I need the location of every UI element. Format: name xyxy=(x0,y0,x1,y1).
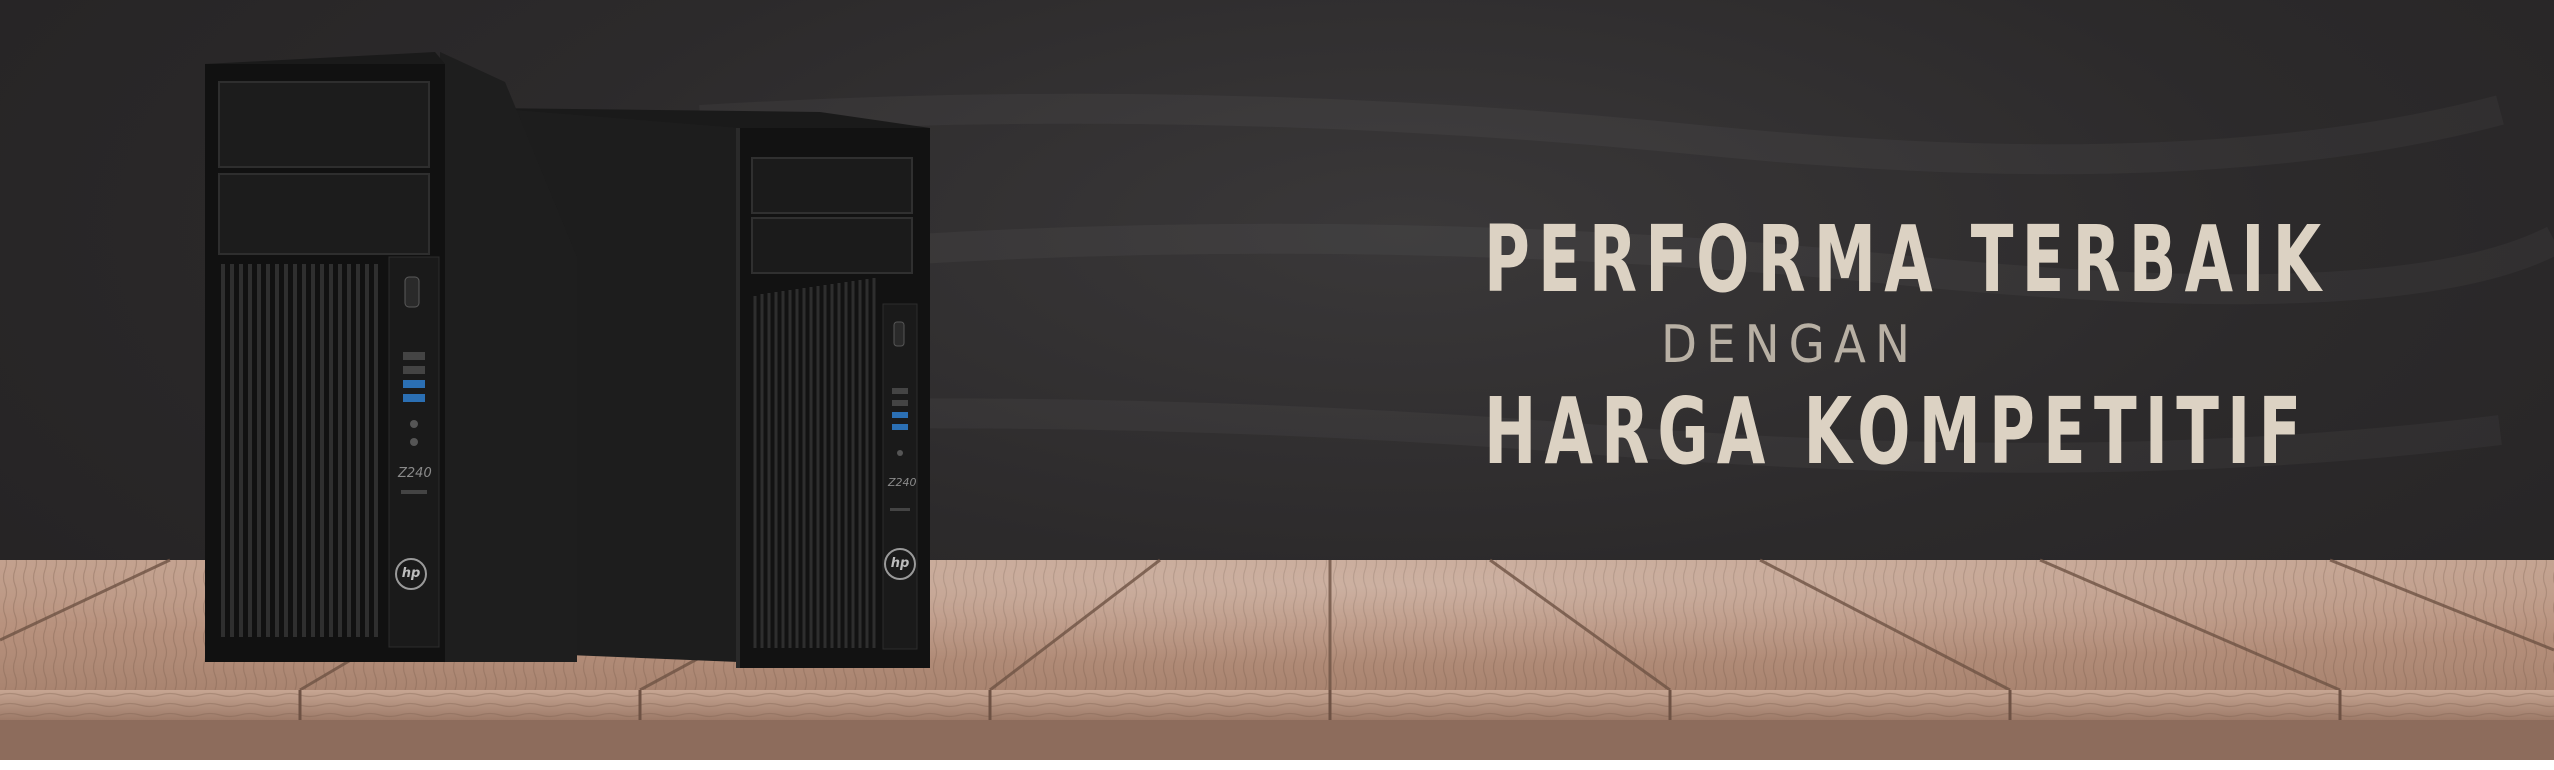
headline-line-2: HARGA KOMPETITIF xyxy=(1484,378,2310,485)
headline-connector: DENGAN xyxy=(1661,315,1919,375)
headline: PERFORMA TERBAIK DENGAN HARGA KOMPETITIF xyxy=(1340,205,2330,487)
hp-logo: hp xyxy=(884,548,916,580)
model-label: Z240 xyxy=(398,466,432,481)
promo-banner: Z240 hp Z240 hp PERFORMA TERBAIK DENGAN … xyxy=(0,0,2554,770)
workstation-tower-left: Z240 hp xyxy=(205,52,580,662)
hp-logo: hp xyxy=(395,558,427,590)
headline-line-1: PERFORMA TERBAIK xyxy=(1484,206,2330,313)
model-label: Z240 xyxy=(888,476,917,489)
